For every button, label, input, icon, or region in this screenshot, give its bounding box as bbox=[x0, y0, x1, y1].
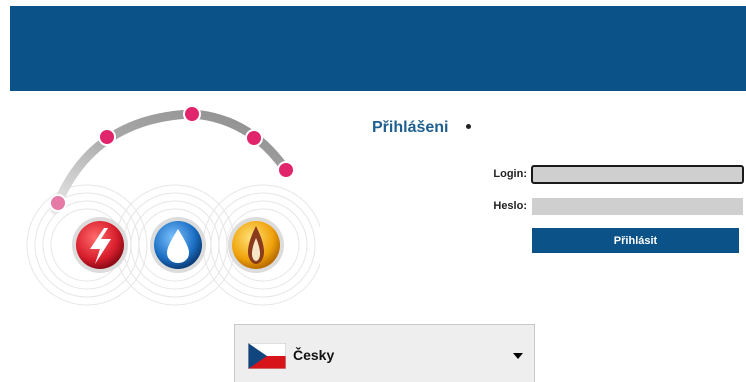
arc bbox=[50, 109, 291, 215]
login-label: Login: bbox=[493, 168, 527, 180]
login-button[interactable]: Přihlásit bbox=[532, 228, 739, 253]
czech-flag-icon bbox=[248, 343, 286, 369]
header-banner bbox=[10, 6, 746, 91]
language-select[interactable]: Česky bbox=[234, 324, 535, 382]
password-label: Heslo: bbox=[493, 200, 527, 212]
water-icon bbox=[150, 217, 206, 273]
title-bullet bbox=[466, 124, 471, 129]
login-input[interactable] bbox=[531, 165, 744, 184]
electricity-icon bbox=[72, 217, 128, 273]
energy-logo bbox=[26, 105, 320, 306]
login-title: Přihlášeni bbox=[372, 119, 449, 136]
language-label: Česky bbox=[293, 347, 335, 363]
chevron-down-icon bbox=[513, 353, 523, 359]
password-input[interactable] bbox=[532, 198, 743, 215]
gas-flame-icon bbox=[228, 217, 284, 273]
